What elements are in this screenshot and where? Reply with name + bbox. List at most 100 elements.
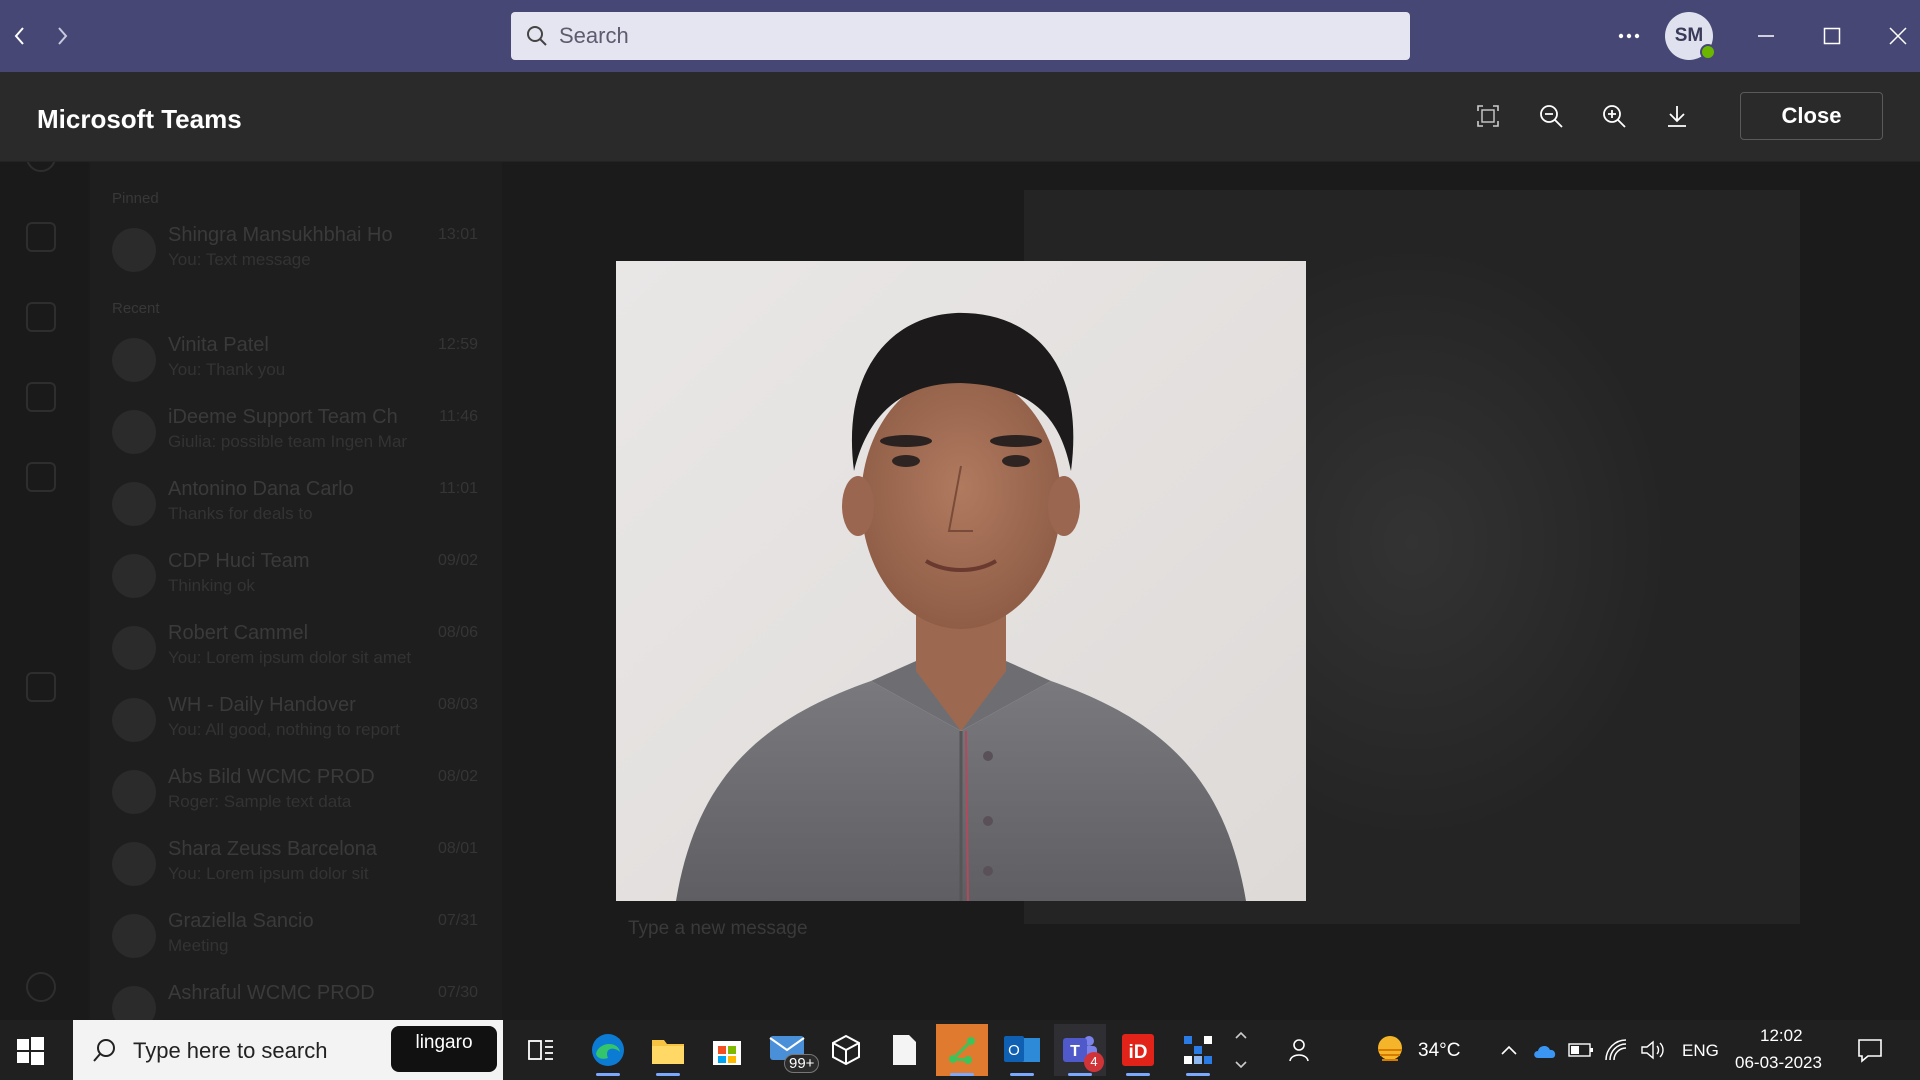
speaker-icon	[1641, 1040, 1664, 1060]
close-viewer-button[interactable]: Close	[1740, 92, 1883, 140]
git-branch-icon	[949, 1037, 975, 1064]
forward-button[interactable]	[46, 20, 78, 52]
fit-to-screen-button[interactable]	[1468, 96, 1508, 136]
chat-preview: Roger: Sample text data	[168, 792, 352, 811]
zoom-out-button[interactable]	[1531, 96, 1571, 136]
task-view-button[interactable]	[515, 1024, 567, 1076]
app-3d-box[interactable]	[820, 1024, 872, 1076]
file-explorer-app[interactable]	[642, 1024, 694, 1076]
edge-app[interactable]	[582, 1024, 634, 1076]
chat-name: CDP Huci Team	[168, 550, 310, 572]
grid-app-icon	[1184, 1036, 1212, 1064]
avatar	[112, 482, 156, 526]
chat-preview: Giulia: possible team Ingen Mar	[168, 432, 408, 451]
download-icon	[1668, 106, 1686, 127]
people-button[interactable]	[1274, 1024, 1326, 1076]
ellipsis-icon	[1618, 33, 1640, 39]
search-box[interactable]	[511, 12, 1410, 60]
search-highlight-badge[interactable]: lingaro	[391, 1026, 497, 1072]
chat-name: Ashraful WCMC PROD	[168, 982, 375, 1004]
chat-name: Graziella Sancio	[168, 910, 314, 932]
idealo-app[interactable]: iD	[1112, 1024, 1164, 1076]
apps-icon	[26, 672, 56, 702]
weather-widget[interactable]	[1364, 1024, 1416, 1076]
chat-preview: You: Text message	[168, 250, 311, 269]
chat-preview: You: All good, nothing to report	[168, 720, 400, 739]
outlook-app[interactable]: O	[996, 1024, 1048, 1076]
avatar	[112, 914, 156, 958]
chat-time: 08/03	[437, 696, 478, 713]
files-icon	[26, 462, 56, 492]
data-tool-app[interactable]	[1172, 1024, 1224, 1076]
cloud-icon	[1534, 1045, 1556, 1058]
clock-date[interactable]: 06-03-2023	[1735, 1053, 1822, 1073]
folder-icon	[652, 1040, 684, 1064]
notepad-app[interactable]	[878, 1024, 930, 1076]
battery-icon	[1568, 1043, 1593, 1057]
notifications-button[interactable]	[1844, 1024, 1896, 1076]
sourcetree-app[interactable]	[936, 1024, 988, 1076]
chat-name: Antonino Dana Carlo	[168, 478, 354, 500]
onedrive-button[interactable]	[1528, 1024, 1562, 1076]
avatar	[112, 698, 156, 742]
taskbar-search-text: Type here to search	[133, 1038, 328, 1063]
calls-icon	[26, 382, 56, 412]
show-hidden-icons-button[interactable]	[1494, 1024, 1524, 1076]
section-recent: Recent	[112, 300, 160, 317]
chat-name: WH - Daily Handover	[168, 694, 356, 716]
temperature-text[interactable]: 34°C	[1418, 1040, 1460, 1062]
chat-time: 09/02	[437, 552, 478, 569]
chat-preview: You: Lorem ipsum dolor sit	[168, 864, 369, 883]
taskbar-scroll-buttons[interactable]	[1228, 1024, 1254, 1076]
chat-preview: Meeting	[168, 936, 229, 955]
chat-name: Shara Zeuss Barcelona	[168, 838, 378, 860]
chat-time: 07/30	[437, 984, 478, 1001]
language-indicator[interactable]: ENG	[1682, 1041, 1719, 1061]
back-button[interactable]	[4, 20, 36, 52]
profile-photo	[616, 261, 1306, 901]
id-app-icon: iD	[1122, 1034, 1154, 1066]
chat-item: Shara Zeuss Barcelona You: Lorem ipsum d…	[112, 834, 492, 894]
chat-time: 11:01	[439, 480, 478, 497]
chat-preview: Thinking ok	[168, 576, 255, 595]
download-button[interactable]	[1657, 96, 1697, 136]
chat-item: CDP Huci Team Thinking ok 09/02	[112, 546, 492, 606]
user-avatar[interactable]: SM	[1665, 12, 1716, 60]
start-button[interactable]	[14, 1034, 46, 1066]
calendar-icon	[26, 302, 56, 332]
clock-time[interactable]: 12:02	[1760, 1026, 1803, 1046]
zoom-in-icon	[1603, 105, 1626, 128]
chat-item: Shingra Mansukhbhai Ho You: Text message…	[112, 220, 492, 280]
network-button[interactable]	[1600, 1024, 1634, 1076]
chat-name: Robert Cammel	[168, 622, 309, 644]
maximize-button[interactable]	[1812, 16, 1852, 56]
microsoft-store-icon	[713, 1041, 741, 1065]
viewer-title: Microsoft Teams	[37, 104, 242, 134]
outlook-icon: O	[1004, 1036, 1040, 1062]
people-icon	[1289, 1039, 1309, 1062]
chevron-up-icon	[1501, 1045, 1517, 1055]
search-input[interactable]	[559, 23, 1359, 49]
taskbar-search[interactable]: Type here to search lingaro	[73, 1020, 503, 1080]
chat-time: 08/06	[437, 624, 478, 641]
app-rail	[0, 72, 88, 1020]
avatar	[112, 410, 156, 454]
volume-button[interactable]	[1636, 1024, 1670, 1076]
cube-icon	[832, 1034, 860, 1066]
zoom-in-button[interactable]	[1594, 96, 1634, 136]
close-window-button[interactable]	[1878, 16, 1918, 56]
chevron-left-icon	[14, 27, 24, 45]
more-options-button[interactable]	[1614, 20, 1644, 52]
chat-preview: You: Thank you	[168, 360, 286, 379]
avatar	[112, 770, 156, 814]
avatar-initials: SM	[1674, 25, 1704, 46]
mail-app[interactable]: 99+	[762, 1024, 820, 1076]
close-icon	[1889, 27, 1907, 45]
battery-button[interactable]	[1564, 1024, 1598, 1076]
minimize-button[interactable]	[1746, 16, 1786, 56]
teams-app[interactable]: T 4	[1054, 1024, 1106, 1076]
chat-name: iDeeme Support Team Ch	[168, 406, 398, 428]
help-icon	[26, 972, 56, 1002]
svg-text:O: O	[1008, 1042, 1020, 1059]
store-app[interactable]	[701, 1024, 753, 1076]
